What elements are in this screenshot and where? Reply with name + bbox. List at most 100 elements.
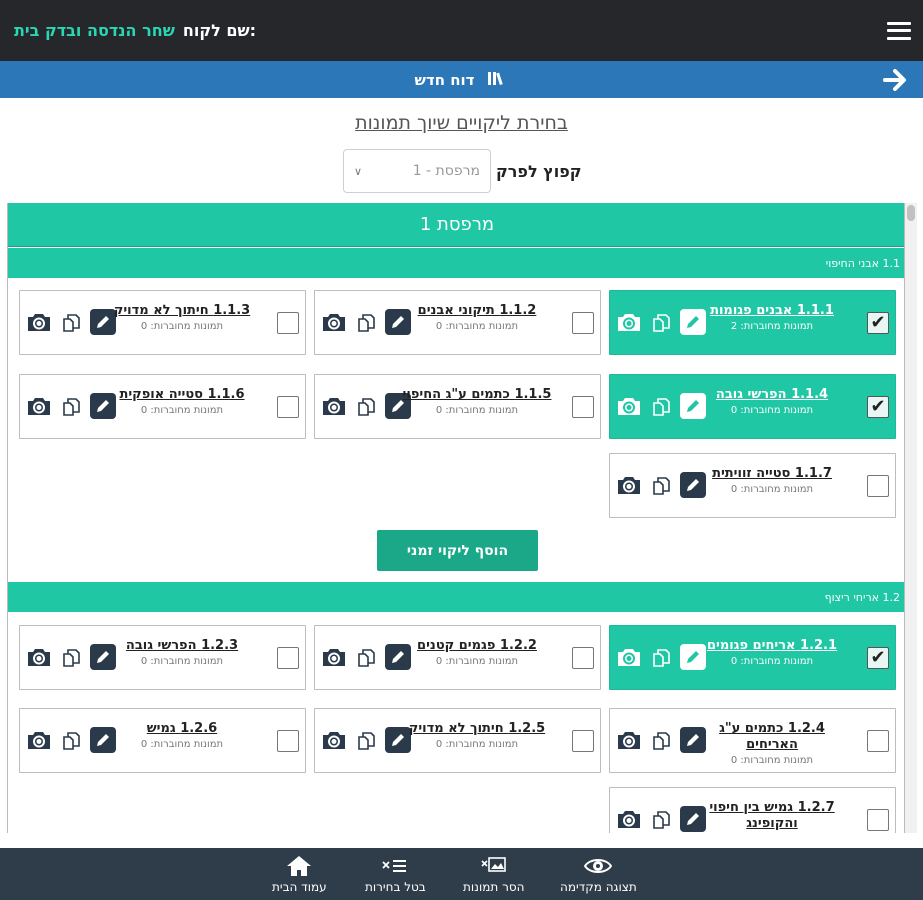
attached-images-count: תמונות מחוברות: 0: [435, 321, 519, 332]
copy-images-icon[interactable]: [353, 393, 379, 419]
defect-card[interactable]: 1.2.5 חיתוך לא מדויק תמונות מחוברות: 0: [314, 708, 601, 773]
camera-icon[interactable]: [26, 309, 52, 335]
nav-clear-selections[interactable]: בטל בחירות: [365, 854, 426, 894]
defect-title[interactable]: 1.1.4 הפרשי גובה: [697, 387, 847, 403]
copy-images-icon[interactable]: [648, 727, 674, 753]
nav-preview[interactable]: תצוגה מקדימה: [560, 854, 637, 894]
defect-checkbox[interactable]: [277, 730, 299, 752]
defect-checkbox[interactable]: [572, 396, 594, 418]
defect-card[interactable]: 1.2.6 גמיש תמונות מחוברות: 0: [19, 708, 306, 773]
bottom-nav: תצוגה מקדימה הסר תמונות בטל בחירות עמוד …: [0, 848, 923, 900]
defect-checkbox[interactable]: [277, 396, 299, 418]
camera-icon[interactable]: [616, 393, 642, 419]
defect-title[interactable]: 1.1.3 חיתוך לא מדויק: [107, 303, 257, 319]
defect-title[interactable]: 1.2.6 גמיש: [107, 721, 257, 737]
defect-info: 1.1.5 כתמים ע"ג החיפוי תמונות מחוברות: 0: [402, 387, 552, 416]
defect-checkbox[interactable]: [277, 312, 299, 334]
defect-checkbox[interactable]: [867, 730, 889, 752]
defect-title[interactable]: 1.1.7 סטייה זוויתית: [697, 466, 847, 482]
customer-name: שחר הנדסה ובדק בית: [14, 21, 175, 40]
defect-checkbox[interactable]: [867, 475, 889, 497]
copy-images-icon[interactable]: [58, 309, 84, 335]
defect-card[interactable]: 1.1.1 אבנים פגומות תמונות מחוברות: 2 ✔: [609, 290, 896, 355]
defect-checkbox[interactable]: [572, 647, 594, 669]
defect-card[interactable]: 1.1.6 סטייה אופקית תמונות מחוברות: 0: [19, 374, 306, 439]
scrollbar[interactable]: [905, 203, 917, 833]
copy-images-icon[interactable]: [58, 644, 84, 670]
copy-images-icon[interactable]: [353, 644, 379, 670]
card-actions: [616, 309, 706, 335]
camera-icon[interactable]: [26, 644, 52, 670]
copy-images-icon[interactable]: [648, 309, 674, 335]
defect-info: 1.2.7 גמיש בין חיפוי והקופינג: [697, 800, 847, 833]
defect-title[interactable]: 1.2.3 הפרשי גובה: [107, 638, 257, 654]
defect-title[interactable]: 1.2.5 חיתוך לא מדויק: [402, 721, 552, 737]
back-arrow-icon[interactable]: [882, 68, 908, 92]
defect-card[interactable]: 1.1.4 הפרשי גובה תמונות מחוברות: 0 ✔: [609, 374, 896, 439]
defect-card[interactable]: 1.2.4 כתמים ע"ג האריחים תמונות מחוברות: …: [609, 708, 896, 773]
defect-card[interactable]: 1.1.3 חיתוך לא מדויק תמונות מחוברות: 0: [19, 290, 306, 355]
defect-card[interactable]: 1.2.1 אריחים פגומים תמונות מחוברות: 0 ✔: [609, 625, 896, 690]
defect-card[interactable]: 1.2.7 גמיש בין חיפוי והקופינג: [609, 787, 896, 833]
defect-title[interactable]: 1.1.5 כתמים ע"ג החיפוי: [402, 387, 552, 403]
camera-icon[interactable]: [616, 309, 642, 335]
camera-icon[interactable]: [321, 644, 347, 670]
copy-images-icon[interactable]: [648, 806, 674, 832]
camera-icon[interactable]: [616, 644, 642, 670]
defect-title[interactable]: 1.2.7 גמיש בין חיפוי והקופינג: [697, 800, 847, 832]
report-title-text: דוח חדש: [414, 70, 475, 89]
defect-checkbox[interactable]: [572, 312, 594, 334]
jump-select-value: 1 - מרפסת: [412, 163, 480, 179]
defect-title[interactable]: 1.1.6 סטייה אופקית: [107, 387, 257, 403]
defect-checkbox[interactable]: ✔: [867, 396, 889, 418]
copy-images-icon[interactable]: [58, 393, 84, 419]
camera-icon[interactable]: [616, 472, 642, 498]
copy-images-icon[interactable]: [353, 727, 379, 753]
nav-remove-images[interactable]: הסר תמונות: [463, 854, 524, 894]
jump-select[interactable]: ∨ 1 - מרפסת: [343, 149, 491, 193]
attached-images-count: תמונות מחוברות: 2: [730, 321, 814, 332]
camera-icon[interactable]: [26, 727, 52, 753]
chevron-down-icon: ∨: [354, 164, 363, 178]
defects-panel: מרפסת 1 1.1 אבני החיפוי 1.1.1 אבנים פגומ…: [7, 203, 905, 833]
copy-images-icon[interactable]: [58, 727, 84, 753]
copy-images-icon[interactable]: [648, 644, 674, 670]
camera-icon[interactable]: [26, 393, 52, 419]
eye-icon: [584, 854, 613, 878]
copy-images-icon[interactable]: [353, 309, 379, 335]
scrollbar-thumb[interactable]: [907, 205, 915, 221]
defect-title[interactable]: 1.2.1 אריחים פגומים: [697, 638, 847, 654]
copy-images-icon[interactable]: [648, 472, 674, 498]
defect-info: 1.2.4 כתמים ע"ג האריחים תמונות מחוברות: …: [697, 721, 847, 766]
camera-icon[interactable]: [321, 727, 347, 753]
defect-title[interactable]: 1.1.2 תיקוני אבנים: [402, 303, 552, 319]
attached-images-count: תמונות מחוברות: 0: [435, 656, 519, 667]
menu-icon[interactable]: [887, 21, 911, 40]
defect-checkbox[interactable]: ✔: [867, 312, 889, 334]
defect-card[interactable]: 1.1.5 כתמים ע"ג החיפוי תמונות מחוברות: 0: [314, 374, 601, 439]
defect-checkbox[interactable]: ✔: [867, 647, 889, 669]
camera-icon[interactable]: [616, 727, 642, 753]
defect-card[interactable]: 1.2.3 הפרשי גובה תמונות מחוברות: 0: [19, 625, 306, 690]
camera-icon[interactable]: [321, 309, 347, 335]
defect-checkbox[interactable]: [277, 647, 299, 669]
copy-images-icon[interactable]: [648, 393, 674, 419]
defect-title[interactable]: 1.2.4 כתמים ע"ג האריחים: [697, 721, 847, 753]
add-temporary-defect-button[interactable]: הוסף ליקוי זמני: [377, 530, 538, 571]
card-actions: [616, 472, 706, 498]
defect-card[interactable]: 1.1.2 תיקוני אבנים תמונות מחוברות: 0: [314, 290, 601, 355]
jump-label: קפוץ לפרק: [496, 162, 582, 181]
defect-title[interactable]: 1.1.1 אבנים פגומות: [697, 303, 847, 319]
defect-checkbox[interactable]: [572, 730, 594, 752]
defect-card[interactable]: 1.2.2 פגמים קטנים תמונות מחוברות: 0: [314, 625, 601, 690]
defect-title[interactable]: 1.2.2 פגמים קטנים: [402, 638, 552, 654]
defect-info: 1.1.1 אבנים פגומות תמונות מחוברות: 2: [697, 303, 847, 332]
camera-icon[interactable]: [616, 806, 642, 832]
subheader: דוח חדש: [0, 61, 923, 98]
defect-info: 1.1.4 הפרשי גובה תמונות מחוברות: 0: [697, 387, 847, 416]
home-icon: [286, 854, 312, 878]
defect-checkbox[interactable]: [867, 809, 889, 831]
defect-card[interactable]: 1.1.7 סטייה זוויתית תמונות מחוברות: 0: [609, 453, 896, 518]
camera-icon[interactable]: [321, 393, 347, 419]
nav-home[interactable]: עמוד הבית: [272, 854, 327, 894]
